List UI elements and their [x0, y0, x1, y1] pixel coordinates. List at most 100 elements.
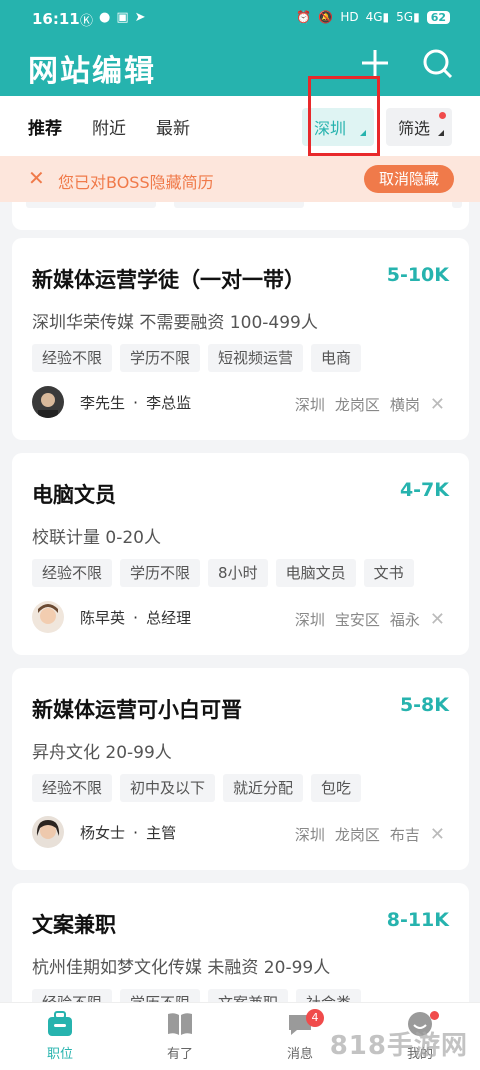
- dismiss-icon[interactable]: ✕: [430, 824, 445, 845]
- tab-recommend[interactable]: 推荐: [28, 114, 62, 139]
- nav-messages-label: 消息: [286, 1047, 313, 1062]
- status-time: 16:11: [32, 10, 80, 28]
- job-location: 深圳 龙岗区 横岗 ✕: [295, 394, 445, 415]
- job-tag: 电商: [311, 344, 362, 372]
- job-salary: 5-8K: [399, 694, 449, 716]
- job-salary: 4-7K: [399, 479, 449, 501]
- job-tag: 学历不限: [120, 559, 201, 587]
- peek-tag: [452, 202, 462, 208]
- tab-nearby[interactable]: 附近: [92, 114, 126, 139]
- alarm-icon: ⏰: [296, 10, 312, 24]
- chat-app-icon: ●: [99, 10, 111, 25]
- recruiter-name: 杨女士: [80, 823, 126, 842]
- message-badge: 4: [306, 1009, 324, 1027]
- signal-5g-icon: 5G▮: [396, 10, 420, 24]
- job-location: 深圳 龙岗区 布吉 ✕: [295, 824, 445, 845]
- job-tag: 就近分配: [223, 774, 304, 802]
- company-info: 校联计量 0-20人: [32, 528, 161, 548]
- nav-youle[interactable]: 有了: [140, 1011, 220, 1062]
- dismiss-icon[interactable]: ✕: [430, 394, 445, 415]
- location-district: 龙岗区: [334, 826, 380, 844]
- status-system-icons: ⏰ 🔕 HD 4G▮ 5G▮ 62: [296, 10, 450, 24]
- location-city: 深圳: [294, 826, 325, 844]
- dismiss-icon[interactable]: ✕: [430, 609, 445, 630]
- job-title: 新媒体运营可小白可晋: [32, 698, 242, 722]
- location-city: 深圳: [294, 611, 325, 629]
- recruiter: 陈早英 · 总经理: [32, 601, 191, 633]
- status-bar: 16:11 Ⓚ ● ▣ ➤ ⏰ 🔕 HD 4G▮ 5G▮ 62: [0, 0, 480, 38]
- filter-button[interactable]: 筛选: [386, 108, 452, 146]
- book-icon: [168, 1013, 192, 1035]
- job-card[interactable]: 文案兼职 8-11K 杭州佳期如梦文化传媒 未融资 20-99人 经验不限 学历…: [12, 883, 469, 1017]
- avatar: [32, 816, 64, 848]
- job-title: 文案兼职: [32, 913, 116, 937]
- search-icon[interactable]: [420, 46, 454, 80]
- company-info: 昇舟文化 20-99人: [32, 743, 172, 763]
- job-tags: 经验不限 学历不限 短视频运营 电商: [32, 344, 362, 372]
- location-area: 横岗: [389, 396, 420, 414]
- unhide-button[interactable]: 取消隐藏: [364, 165, 454, 193]
- dropdown-triangle-icon: [438, 130, 444, 136]
- plus-icon[interactable]: [358, 46, 392, 80]
- signal-4g-icon: 4G▮: [365, 10, 390, 24]
- telegram-icon: ➤: [134, 10, 146, 25]
- job-tag: 经验不限: [32, 774, 113, 802]
- tab-latest[interactable]: 最新: [156, 114, 190, 139]
- job-tags: 经验不限 学历不限 8小时 电脑文员 文书: [32, 559, 414, 587]
- peek-tag: [26, 202, 156, 208]
- previous-card-peek: [12, 202, 469, 230]
- recruiter: 杨女士 · 主管: [32, 816, 176, 848]
- app-header: 16:11 Ⓚ ● ▣ ➤ ⏰ 🔕 HD 4G▮ 5G▮ 62 网站编辑: [0, 0, 480, 96]
- separator-dot: ·: [133, 392, 139, 412]
- company-info: 深圳华荣传媒 不需要融资 100-499人: [32, 313, 318, 333]
- location-district: 龙岗区: [334, 396, 380, 414]
- job-location: 深圳 宝安区 福永 ✕: [295, 609, 445, 630]
- close-icon[interactable]: ✕: [28, 166, 45, 190]
- battery-icon: 62: [426, 10, 450, 24]
- job-salary: 8-11K: [386, 909, 449, 931]
- app-store-icon: ▣: [116, 10, 129, 25]
- job-tag: 包吃: [311, 774, 362, 802]
- location-area: 福永: [389, 611, 420, 629]
- company-info: 杭州佳期如梦文化传媒 未融资 20-99人: [32, 958, 331, 978]
- location-city: 深圳: [294, 396, 325, 414]
- page-title: 网站编辑: [28, 54, 156, 89]
- location-district: 宝安区: [334, 611, 380, 629]
- job-salary: 5-10K: [386, 264, 449, 286]
- nav-jobs-label: 职位: [46, 1047, 73, 1062]
- separator-dot: ·: [133, 607, 139, 627]
- watermark: 818手游网: [329, 1031, 468, 1061]
- recruiter-role: 李总监: [146, 393, 192, 412]
- recruiter-name: 李先生: [80, 393, 126, 412]
- location-area: 布吉: [389, 826, 420, 844]
- k-app-icon: Ⓚ: [80, 14, 94, 29]
- profile-red-dot: [430, 1011, 439, 1020]
- job-tag: 电脑文员: [275, 559, 356, 587]
- job-card[interactable]: 新媒体运营可小白可晋 5-8K 昇舟文化 20-99人 经验不限 初中及以下 就…: [12, 668, 469, 870]
- status-app-icons: Ⓚ ● ▣ ➤: [80, 10, 146, 29]
- job-title: 电脑文员: [32, 483, 116, 507]
- highlight-box: [308, 76, 380, 156]
- job-tags: 经验不限 初中及以下 就近分配 包吃: [32, 774, 362, 802]
- avatar: [32, 386, 64, 418]
- job-tag: 初中及以下: [120, 774, 216, 802]
- hd-icon: HD: [340, 10, 359, 24]
- briefcase-icon: [48, 1011, 72, 1036]
- recruiter-role: 总经理: [146, 608, 192, 627]
- recruiter: 李先生 · 李总监: [32, 386, 191, 418]
- nav-youle-label: 有了: [166, 1047, 193, 1062]
- recruiter-name: 陈早英: [80, 608, 126, 627]
- separator-dot: ·: [133, 822, 139, 842]
- job-card[interactable]: 电脑文员 4-7K 校联计量 0-20人 经验不限 学历不限 8小时 电脑文员 …: [12, 453, 469, 655]
- job-title: 新媒体运营学徒（一对一带）: [32, 268, 305, 292]
- job-tag: 短视频运营: [208, 344, 304, 372]
- job-tag: 经验不限: [32, 344, 113, 372]
- job-tag: 8小时: [208, 559, 268, 587]
- job-tag: 经验不限: [32, 559, 113, 587]
- job-tag: 学历不限: [120, 344, 201, 372]
- filter-label: 筛选: [398, 119, 431, 138]
- nav-messages[interactable]: 消息 4: [260, 1009, 340, 1062]
- nav-jobs[interactable]: 职位: [20, 1011, 100, 1062]
- job-card[interactable]: 新媒体运营学徒（一对一带） 5-10K 深圳华荣传媒 不需要融资 100-499…: [12, 238, 469, 440]
- bottom-nav: 职位 有了 消息 4 我的 818手游网: [0, 1002, 480, 1070]
